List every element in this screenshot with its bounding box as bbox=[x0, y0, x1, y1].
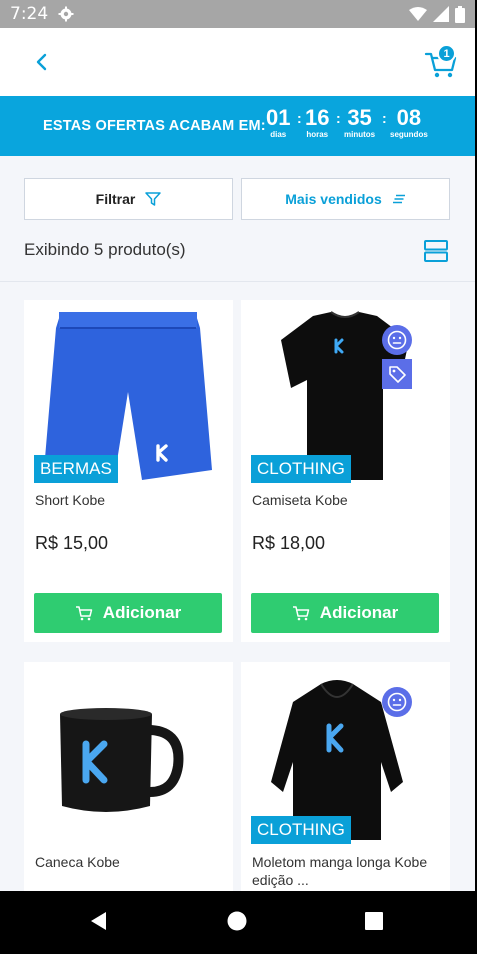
app-header: 1 bbox=[0, 28, 475, 96]
system-nav-bar bbox=[0, 891, 475, 954]
status-time: 7:24 bbox=[10, 4, 49, 24]
back-arrow-icon[interactable] bbox=[30, 50, 54, 74]
category-tag: BERMAS bbox=[34, 455, 118, 483]
product-card[interactable]: CLOTHING Moletom manga longa Kobe edição… bbox=[241, 662, 450, 891]
product-card[interactable]: CLOTHING Camiseta Kobe R$ 18,00 Adiciona… bbox=[241, 300, 450, 642]
cart-count-badge: 1 bbox=[437, 44, 456, 63]
product-card[interactable]: Caneca Kobe bbox=[24, 662, 233, 891]
filter-button-label: Filtrar bbox=[95, 191, 136, 207]
product-image bbox=[60, 708, 184, 812]
cart-add-icon bbox=[75, 606, 93, 621]
product-card[interactable]: BERMAS Short Kobe R$ 15,00 Adicionar bbox=[24, 300, 233, 642]
product-name: Caneca Kobe bbox=[35, 854, 120, 870]
product-name: Camiseta Kobe bbox=[252, 492, 348, 508]
countdown-seconds-unit: segundos bbox=[390, 130, 428, 139]
result-count: Exibindo 5 produto(s) bbox=[24, 240, 186, 259]
filter-button[interactable]: Filtrar bbox=[24, 178, 233, 220]
countdown-minutes: 35 minutos bbox=[344, 105, 376, 140]
product-price: R$ 15,00 bbox=[35, 533, 109, 553]
status-bar: 7:24 bbox=[0, 0, 475, 28]
product-name: Moletom manga longa Kobe edição ... bbox=[252, 854, 428, 888]
product-name: Short Kobe bbox=[35, 492, 106, 508]
category-tag: CLOTHING bbox=[251, 816, 351, 844]
gear-icon bbox=[58, 6, 74, 22]
product-image bbox=[281, 311, 409, 480]
product-image bbox=[44, 312, 212, 480]
add-to-cart-button[interactable]: Adicionar bbox=[251, 593, 439, 633]
back-triangle-icon[interactable] bbox=[87, 909, 111, 933]
countdown-days-unit: dias bbox=[270, 130, 287, 139]
countdown-days-value: 01 bbox=[266, 105, 291, 130]
price-tag-icon bbox=[382, 359, 412, 389]
add-to-cart-label: Adicionar bbox=[102, 603, 182, 622]
countdown-seconds-value: 08 bbox=[396, 105, 422, 130]
add-to-cart-label: Adicionar bbox=[319, 603, 399, 622]
countdown-minutes-unit: minutos bbox=[344, 130, 376, 139]
add-to-cart-button[interactable]: Adicionar bbox=[34, 593, 222, 633]
countdown-hours: 16 horas bbox=[305, 105, 330, 140]
overview-square-icon[interactable] bbox=[362, 909, 386, 933]
offer-label: ESTAS OFERTAS ACABAM EM: bbox=[43, 118, 266, 134]
countdown-hours-unit: horas bbox=[306, 130, 329, 139]
product-image bbox=[271, 680, 403, 840]
status-icons bbox=[409, 5, 465, 23]
countdown-seconds: 08 segundos bbox=[390, 105, 428, 140]
countdown-separator: : bbox=[382, 110, 387, 126]
grid-toggle-icon[interactable] bbox=[424, 240, 448, 262]
product-price: R$ 18,00 bbox=[252, 533, 326, 553]
screen: 7:24 1 ESTAS OFERTAS ACABAM EM: 01 dias … bbox=[0, 0, 475, 954]
offer-banner: ESTAS OFERTAS ACABAM EM: 01 dias : 16 ho… bbox=[0, 96, 475, 156]
countdown-hours-value: 16 bbox=[305, 105, 330, 130]
sort-lines-icon bbox=[392, 194, 405, 204]
sort-button-label: Mais vendidos bbox=[285, 191, 382, 207]
emoji-face-icon bbox=[382, 325, 412, 355]
countdown-separator: : bbox=[297, 110, 302, 126]
filter-funnel-icon bbox=[145, 192, 162, 206]
listing-toolbar: Filtrar Mais vendidos Exibindo 5 produto… bbox=[0, 156, 475, 282]
sort-button[interactable]: Mais vendidos bbox=[241, 178, 450, 220]
category-tag: CLOTHING bbox=[251, 455, 351, 483]
home-circle-icon[interactable] bbox=[225, 909, 249, 933]
emoji-face-icon bbox=[382, 687, 412, 717]
countdown-days: 01 dias bbox=[266, 105, 291, 140]
cart-add-icon bbox=[292, 606, 310, 621]
wifi-icon bbox=[409, 7, 427, 21]
countdown-minutes-value: 35 bbox=[347, 105, 372, 130]
battery-icon bbox=[455, 5, 465, 23]
countdown-separator: : bbox=[336, 110, 341, 126]
signal-icon bbox=[433, 6, 449, 22]
